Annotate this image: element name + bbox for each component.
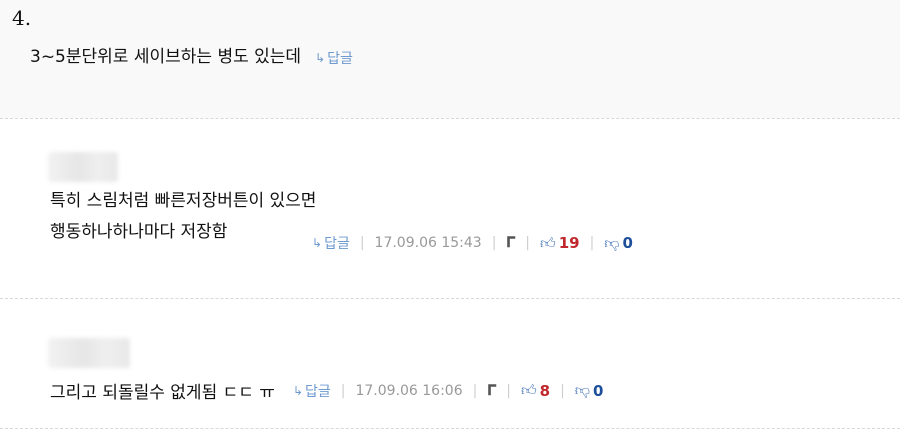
reply-arrow-icon: ↳ (312, 236, 323, 250)
comment-meta: ↳ 답글 | 17.09.06 15:43 | 𝚪 | 👍︎ 19 | 👎︎ 0 (312, 233, 633, 253)
comment-date: 17.09.06 15:43 (374, 235, 482, 251)
blurred-username (48, 152, 118, 182)
comment-line: 행동하나하나마다 저장함 (50, 222, 228, 243)
divider (0, 298, 900, 299)
comment-date: 17.09.06 16:06 (355, 382, 463, 399)
thumbs-up-icon: 👍︎ (520, 381, 537, 399)
comment-line: 특히 스림처럼 빠른저장버튼이 있으면 (50, 191, 317, 211)
comment-text: 3~5분단위로 세이브하는 병도 있는데 (30, 47, 302, 67)
thumbs-down-icon: 👎︎ (604, 233, 620, 252)
dislike-button[interactable]: 👎︎ 0 (575, 381, 604, 400)
reply-button[interactable]: ↳ 답글 (315, 48, 353, 68)
thumbs-up-icon: 👍︎ (540, 233, 556, 252)
parent-comment-body: 3~5분단위로 세이브하는 병도 있는데 ↳ 답글 (30, 42, 353, 68)
blurred-username (48, 338, 130, 368)
dislike-count: 0 (622, 234, 633, 252)
dislike-count: 0 (593, 381, 604, 400)
reply-arrow-icon: ↳ (315, 51, 326, 65)
bell-icon[interactable]: 𝚪 (487, 383, 496, 399)
dislike-button[interactable]: 👎︎ 0 (604, 234, 633, 253)
separator: | (506, 382, 511, 399)
reply-label: 답글 (324, 236, 350, 252)
separator: | (525, 235, 531, 251)
comment-number: 4. (12, 6, 32, 30)
like-count: 19 (558, 234, 580, 252)
reply-button[interactable]: ↳ 답글 (312, 233, 350, 253)
parent-comment: 4. 3~5분단위로 세이브하는 병도 있는데 ↳ 답글 (0, 0, 900, 118)
comment-line: 그리고 되돌릴수 없게됨 ㄷㄷ ㅠ (50, 383, 275, 403)
comment-body: 특히 스림처럼 빠른저장버튼이 있으면 행동하나하나마다 저장함 (50, 186, 316, 249)
like-count: 8 (539, 381, 551, 400)
reply-label: 답글 (327, 51, 353, 67)
comment-row: 그리고 되돌릴수 없게됨 ㄷㄷ ㅠ ↳ 답글 | 17.09.06 16:06 |… (50, 378, 603, 403)
divider (0, 428, 900, 429)
separator: | (359, 235, 365, 251)
reply-button[interactable]: ↳ 답글 (293, 381, 331, 401)
like-button[interactable]: 👍︎ 19 (540, 234, 580, 253)
like-button[interactable]: 👍︎ 8 (521, 381, 550, 400)
reply-arrow-icon: ↳ (292, 383, 303, 398)
separator: | (560, 382, 565, 399)
separator: | (472, 382, 478, 399)
reply-label: 답글 (305, 383, 331, 400)
separator: | (340, 382, 346, 399)
divider (0, 118, 900, 119)
bell-icon[interactable]: 𝚪 (506, 235, 515, 251)
separator: | (589, 235, 595, 251)
thumbs-down-icon: 👎︎ (574, 381, 591, 399)
separator: | (491, 235, 497, 251)
